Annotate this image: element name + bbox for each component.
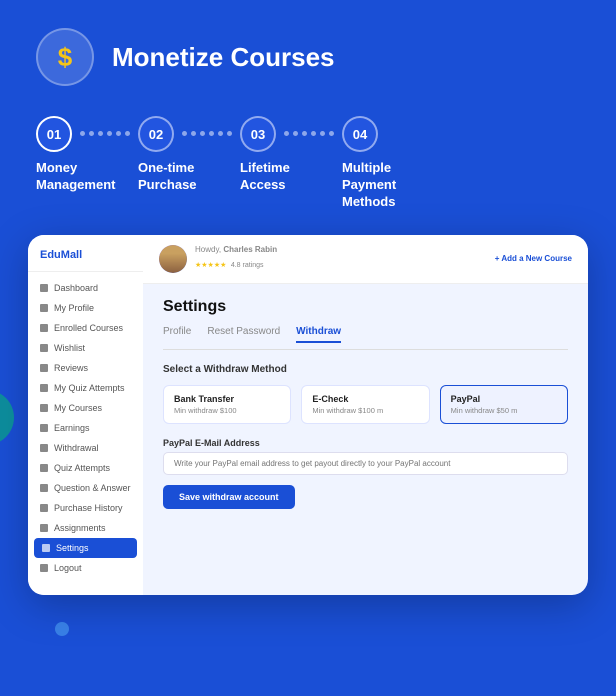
sidebar: EduMall Dashboard My Profile Enrolled Co… xyxy=(28,235,143,595)
sidebar-item-quiz-att[interactable]: Quiz Attempts xyxy=(28,458,143,478)
sidebar-item-reviews[interactable]: Reviews xyxy=(28,358,143,378)
header-icon: $ xyxy=(36,28,94,86)
reviews-icon xyxy=(40,364,48,372)
topbar: Howdy, Charles Rabin ★★★★★ 4.8 ratings +… xyxy=(143,235,588,284)
payment-paypal[interactable]: PayPal Min withdraw $50 m xyxy=(440,385,568,424)
tab-withdraw[interactable]: Withdraw xyxy=(296,326,341,343)
add-course-button[interactable]: + Add a New Course xyxy=(495,254,572,263)
payment-min-echeck: Min withdraw $100 m xyxy=(312,406,418,415)
step-2: 02 One-time Purchase xyxy=(138,116,240,194)
qa-icon xyxy=(40,484,48,492)
content-area: Howdy, Charles Rabin ★★★★★ 4.8 ratings +… xyxy=(143,235,588,595)
settings-panel: Settings Profile Reset Password Withdraw… xyxy=(143,284,588,595)
settings-title: Settings xyxy=(163,298,568,316)
assignments-icon xyxy=(40,524,48,532)
payment-min-paypal: Min withdraw $50 m xyxy=(451,406,557,415)
sidebar-item-my-courses[interactable]: My Courses xyxy=(28,398,143,418)
payment-bank-transfer[interactable]: Bank Transfer Min withdraw $100 xyxy=(163,385,291,424)
sidebar-item-logout[interactable]: Logout xyxy=(28,558,143,578)
form-group-email: PayPal E-Mail Address xyxy=(163,438,568,475)
settings-icon xyxy=(42,544,50,552)
main-card: EduMall Dashboard My Profile Enrolled Co… xyxy=(28,235,588,595)
step-label-4: Multiple Payment Methods xyxy=(342,160,432,211)
form-label-email: PayPal E-Mail Address xyxy=(163,438,568,448)
sidebar-item-wishlist[interactable]: Wishlist xyxy=(28,338,143,358)
earnings-icon xyxy=(40,424,48,432)
step-label-2: One-time Purchase xyxy=(138,160,228,194)
header: $ Monetize Courses xyxy=(0,0,616,106)
step-dots-3 xyxy=(284,131,334,136)
step-1: 01 Money Management xyxy=(36,116,138,194)
avatar xyxy=(159,245,187,273)
user-info: Howdy, Charles Rabin ★★★★★ 4.8 ratings xyxy=(159,245,277,273)
payment-echeck[interactable]: E-Check Min withdraw $100 m xyxy=(301,385,429,424)
user-text: Howdy, Charles Rabin ★★★★★ 4.8 ratings xyxy=(195,245,277,272)
steps-container: 01 Money Management 02 One-time Purchase… xyxy=(0,106,616,235)
sidebar-item-earnings[interactable]: Earnings xyxy=(28,418,143,438)
page-title: Monetize Courses xyxy=(112,42,335,73)
sidebar-item-purchase[interactable]: Purchase History xyxy=(28,498,143,518)
quiz-att-icon xyxy=(40,464,48,472)
rating-value: 4.8 ratings xyxy=(231,262,264,269)
courses-icon xyxy=(40,404,48,412)
tab-reset-password[interactable]: Reset Password xyxy=(207,326,280,343)
tab-profile[interactable]: Profile xyxy=(163,326,191,343)
sidebar-item-qa[interactable]: Question & Answer xyxy=(28,478,143,498)
avatar-image xyxy=(159,245,187,273)
sidebar-item-profile[interactable]: My Profile xyxy=(28,298,143,318)
quiz-icon xyxy=(40,384,48,392)
step-circle-2: 02 xyxy=(138,116,174,152)
howdy-label: Howdy, Charles Rabin xyxy=(195,245,277,254)
settings-tabs: Profile Reset Password Withdraw xyxy=(163,326,568,350)
dollar-icon: $ xyxy=(58,42,72,73)
dashboard-icon xyxy=(40,284,48,292)
profile-icon xyxy=(40,304,48,312)
step-circle-1: 01 xyxy=(36,116,72,152)
sidebar-item-dashboard[interactable]: Dashboard xyxy=(28,278,143,298)
step-label-3: Lifetime Access xyxy=(240,160,330,194)
payment-name-echeck: E-Check xyxy=(312,394,418,404)
sidebar-item-assignments[interactable]: Assignments xyxy=(28,518,143,538)
withdrawal-icon xyxy=(40,444,48,452)
step-3: 03 Lifetime Access xyxy=(240,116,342,194)
payment-name-paypal: PayPal xyxy=(451,394,557,404)
purchase-icon xyxy=(40,504,48,512)
sidebar-item-withdrawal[interactable]: Withdrawal xyxy=(28,438,143,458)
star-rating: ★★★★★ xyxy=(195,262,226,269)
decorative-dot xyxy=(55,622,69,636)
section-label: Select a Withdraw Method xyxy=(163,364,568,375)
payment-options: Bank Transfer Min withdraw $100 E-Check … xyxy=(163,385,568,424)
save-withdraw-button[interactable]: Save withdraw account xyxy=(163,485,295,509)
rating-row: ★★★★★ 4.8 ratings xyxy=(195,254,277,272)
step-label-1: Money Management xyxy=(36,160,126,194)
paypal-email-input[interactable] xyxy=(163,452,568,475)
wishlist-icon xyxy=(40,344,48,352)
sidebar-item-enrolled[interactable]: Enrolled Courses xyxy=(28,318,143,338)
sidebar-brand: EduMall xyxy=(28,249,143,272)
step-dots-1 xyxy=(80,131,130,136)
payment-name-bank: Bank Transfer xyxy=(174,394,280,404)
sidebar-item-quiz-attempts[interactable]: My Quiz Attempts xyxy=(28,378,143,398)
step-circle-3: 03 xyxy=(240,116,276,152)
logout-icon xyxy=(40,564,48,572)
sidebar-item-settings[interactable]: Settings xyxy=(34,538,137,558)
step-4: 04 Multiple Payment Methods xyxy=(342,116,432,211)
step-circle-4: 04 xyxy=(342,116,378,152)
enrolled-icon xyxy=(40,324,48,332)
step-dots-2 xyxy=(182,131,232,136)
decorative-shape xyxy=(0,390,14,445)
payment-min-bank: Min withdraw $100 xyxy=(174,406,280,415)
